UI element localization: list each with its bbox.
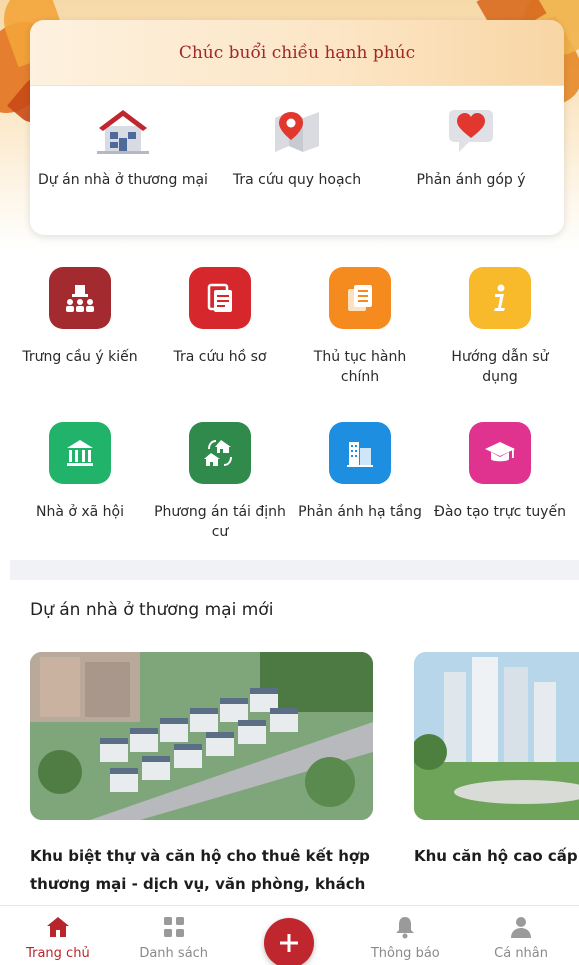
- section-title: Dự án nhà ở thương mại mới: [30, 600, 274, 620]
- project-carousel[interactable]: Khu biệt thự và căn hộ cho thuê kết hợp …: [30, 652, 579, 907]
- service-user-guide[interactable]: Hướng dẫn sử dụng: [430, 260, 570, 415]
- villa-aerial-render: [30, 652, 373, 820]
- screen: Chúc buổi chiều hạnh phúc Dự án nhà ở th…: [0, 0, 579, 965]
- quick-item-label: Dự án nhà ở thương mại: [38, 172, 208, 188]
- map-pin-icon: [275, 112, 319, 152]
- project-title: Khu biệt thự và căn hộ cho thuê kết hợp …: [30, 847, 370, 907]
- project-title: Khu căn hộ cao cấp: [414, 847, 578, 865]
- project-card[interactable]: Khu căn hộ cao cấp: [414, 652, 579, 870]
- service-tile: [469, 422, 531, 484]
- service-tile: [49, 267, 111, 329]
- copy-documents-icon: [348, 285, 372, 311]
- house-icon: [97, 110, 149, 154]
- service-dossier-lookup[interactable]: Tra cứu hồ sơ: [150, 260, 290, 415]
- nav-home[interactable]: Trang chủ: [3, 906, 113, 961]
- bottom-navigation: Trang chủ Danh sách Thông báo Cá nhân: [0, 905, 579, 965]
- house-exchange-icon: [204, 440, 232, 466]
- service-tile: [329, 422, 391, 484]
- service-tile: [189, 267, 251, 329]
- city-buildings-icon: [347, 442, 373, 467]
- add-button[interactable]: [264, 918, 315, 965]
- service-tile: [469, 267, 531, 329]
- project-image: [414, 652, 579, 820]
- quick-item-feedback[interactable]: Phản ánh góp ý: [384, 104, 558, 190]
- nav-notifications[interactable]: Thông báo: [350, 906, 460, 961]
- plus-icon: [280, 934, 299, 952]
- service-social-housing[interactable]: Nhà ở xã hội: [10, 415, 150, 570]
- service-tile: [329, 267, 391, 329]
- service-label: Đào tạo trực tuyến: [434, 504, 566, 520]
- service-label: Trưng cầu ý kiến: [22, 349, 138, 365]
- info-icon: [494, 284, 505, 311]
- service-label: Thủ tục hành chính: [313, 349, 407, 385]
- grid-icon: [163, 917, 184, 937]
- nav-list-label: Danh sách: [139, 946, 209, 961]
- service-administrative-procedures[interactable]: Thủ tục hành chính: [290, 260, 430, 415]
- service-label: Nhà ở xã hội: [35, 504, 125, 520]
- nav-add: [234, 906, 344, 965]
- service-public-consultation[interactable]: Trưng cầu ý kiến: [10, 260, 150, 415]
- nav-notifications-label: Thông báo: [370, 946, 440, 961]
- bell-icon: [396, 917, 415, 939]
- quick-access-card: Chúc buổi chiều hạnh phúc Dự án nhà ở th…: [30, 20, 564, 235]
- services-grid: Trưng cầu ý kiến Tra cứu hồ sơ Thủ tục h…: [10, 260, 579, 570]
- document-icon: [207, 283, 232, 312]
- service-resettlement-plan[interactable]: Phương án tái định cư: [150, 415, 290, 570]
- project-image: [30, 652, 373, 820]
- home-icon: [46, 917, 69, 937]
- poll-people-icon: [66, 285, 94, 312]
- nav-home-label: Trang chủ: [26, 946, 90, 961]
- nav-list[interactable]: Danh sách: [119, 906, 229, 961]
- building-columns-icon: [67, 440, 93, 466]
- apartment-tower-render: [414, 652, 579, 820]
- project-card[interactable]: Khu biệt thự và căn hộ cho thuê kết hợp …: [30, 652, 373, 907]
- service-label: Phản ánh hạ tầng: [298, 504, 422, 520]
- graduation-cap-icon: [485, 442, 515, 462]
- service-tile: [49, 422, 111, 484]
- nav-profile-label: Cá nhân: [494, 946, 549, 961]
- section-divider: [10, 560, 579, 580]
- greeting-text: Chúc buổi chiều hạnh phúc: [30, 20, 564, 86]
- heart-chat-icon: [449, 110, 493, 152]
- user-icon: [511, 917, 532, 938]
- service-label: Phương án tái định cư: [154, 504, 286, 540]
- quick-item-commercial-housing[interactable]: Dự án nhà ở thương mại: [36, 104, 210, 190]
- quick-item-label: Phản ánh góp ý: [416, 172, 526, 188]
- nav-profile[interactable]: Cá nhân: [466, 906, 576, 961]
- quick-item-planning-lookup[interactable]: Tra cứu quy hoạch: [210, 104, 384, 190]
- service-online-training[interactable]: Đào tạo trực tuyến: [430, 415, 570, 570]
- quick-item-label: Tra cứu quy hoạch: [232, 172, 362, 188]
- service-label: Tra cứu hồ sơ: [173, 349, 267, 365]
- service-label: Hướng dẫn sử dụng: [451, 349, 549, 385]
- service-infrastructure-report[interactable]: Phản ánh hạ tầng: [290, 415, 430, 570]
- service-tile: [189, 422, 251, 484]
